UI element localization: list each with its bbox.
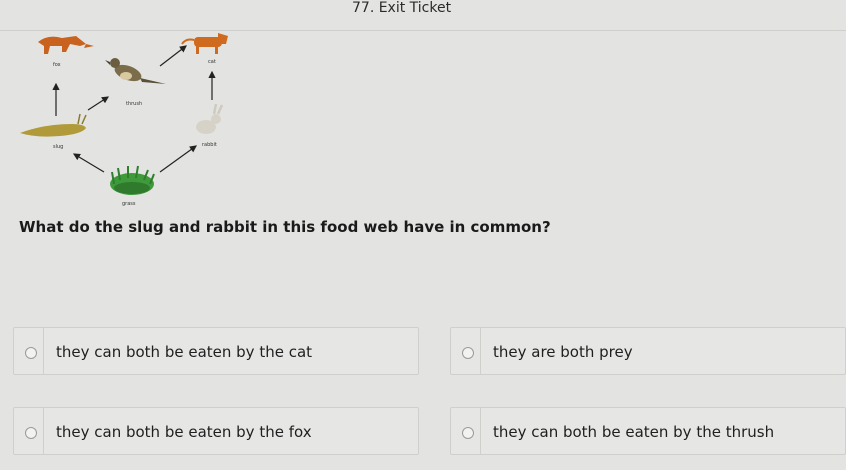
answer-option-label: they can both be eaten by the fox [56, 423, 312, 441]
grass-label: grass [122, 201, 136, 207]
header-bar: 77. Exit Ticket [0, 0, 846, 31]
cat-icon [181, 33, 228, 54]
grass-icon [110, 165, 155, 195]
answer-option-2[interactable]: they are both prey [450, 327, 846, 375]
question-text: What do the slug and rabbit in this food… [19, 218, 551, 236]
page-title: 77. Exit Ticket [352, 0, 452, 16]
slug-label: slug [53, 144, 63, 150]
rabbit-label: rabbit [202, 142, 217, 148]
answer-option-label: they can both be eaten by the cat [56, 343, 313, 361]
cat-label: cat [208, 59, 216, 65]
answer-option-4[interactable]: they can both be eaten by the thrush [450, 407, 846, 455]
fox-label: fox [53, 62, 61, 68]
radio-cell [451, 408, 481, 454]
radio-button[interactable] [25, 427, 37, 439]
radio-button[interactable] [25, 347, 37, 359]
answer-option-1[interactable]: they can both be eaten by the cat [13, 327, 419, 375]
answer-option-3[interactable]: they can both be eaten by the fox [13, 407, 419, 455]
fox-icon [38, 36, 94, 54]
slug-icon [20, 113, 87, 137]
rabbit-icon [196, 103, 224, 134]
answer-option-label: they are both prey [493, 343, 633, 361]
food-web-arrows [52, 45, 216, 173]
radio-cell [451, 328, 481, 374]
thrush-label: thrush [126, 101, 142, 107]
radio-cell [14, 328, 44, 374]
food-web-diagram: fox cat thrush slug rabbit grass [20, 33, 228, 207]
answer-option-label: they can both be eaten by the thrush [493, 423, 775, 441]
thrush-icon [105, 58, 166, 84]
radio-button[interactable] [462, 427, 474, 439]
radio-button[interactable] [462, 347, 474, 359]
radio-cell [14, 408, 44, 454]
